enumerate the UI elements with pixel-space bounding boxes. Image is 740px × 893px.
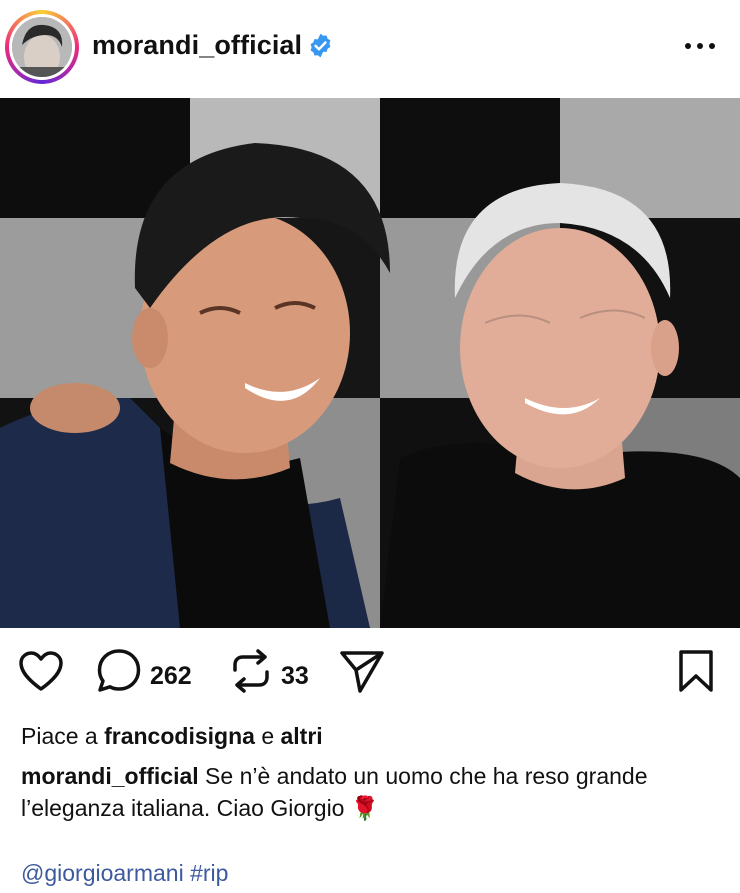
- rose-emoji: 🌹: [350, 795, 380, 821]
- avatar[interactable]: [5, 10, 79, 84]
- post-caption: morandi_official Se n’è andato un uomo c…: [21, 760, 721, 824]
- post-image[interactable]: [0, 98, 740, 628]
- action-bar: 262 33: [0, 648, 740, 704]
- likes-summary: Piace a francodisigna e altri: [21, 723, 323, 750]
- bookmark-icon[interactable]: [676, 648, 716, 694]
- more-options-icon[interactable]: [680, 32, 720, 60]
- mention-link[interactable]: @giorgioarmani: [21, 860, 184, 886]
- liked-by-user[interactable]: francodisigna: [104, 723, 255, 749]
- username[interactable]: morandi_official: [92, 30, 302, 61]
- send-icon[interactable]: [339, 648, 385, 694]
- likes-others-link[interactable]: altri: [281, 723, 323, 749]
- caption-tags: @giorgioarmani #rip: [21, 860, 228, 887]
- hashtag-link[interactable]: #rip: [190, 860, 228, 886]
- comment-icon[interactable]: [96, 648, 142, 694]
- reposts-count: 33: [281, 662, 309, 690]
- verified-badge-icon: [310, 33, 331, 58]
- comments-count: 262: [150, 662, 192, 690]
- repost-icon[interactable]: [228, 648, 274, 694]
- post-header: morandi_official: [0, 0, 740, 98]
- caption-username[interactable]: morandi_official: [21, 763, 199, 789]
- likes-prefix: Piace a: [21, 723, 98, 749]
- heart-icon[interactable]: [17, 648, 65, 696]
- likes-and: e: [261, 723, 275, 749]
